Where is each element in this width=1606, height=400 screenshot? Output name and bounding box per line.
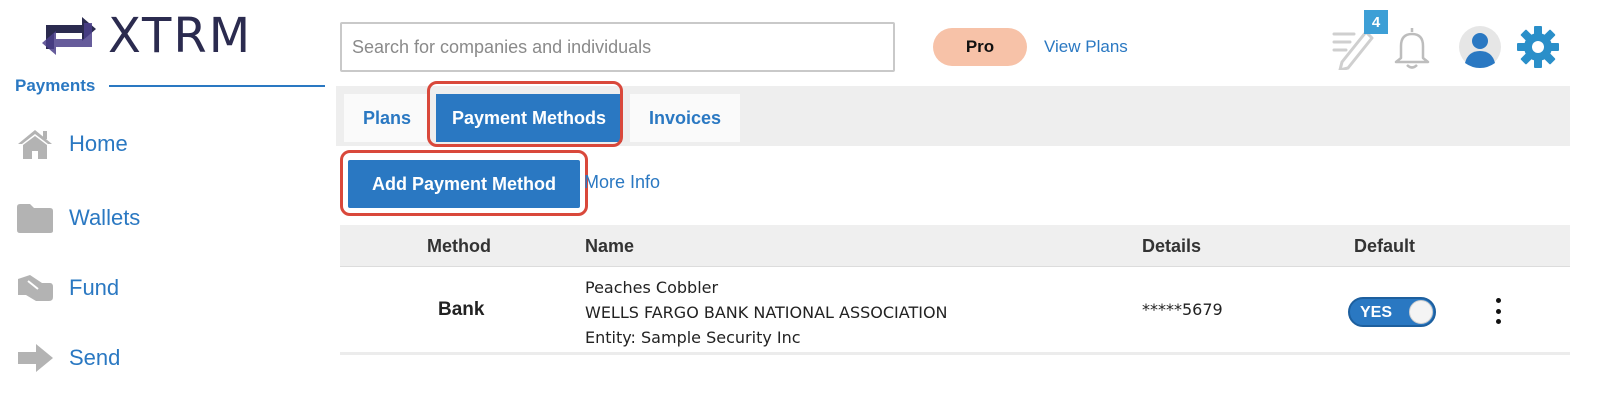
gear-icon[interactable]	[1516, 25, 1560, 69]
menu-dot	[1495, 298, 1501, 303]
column-header-default: Default	[1354, 236, 1416, 256]
account-holder-name: Peaches Cobbler	[585, 278, 719, 297]
cell-name: Peaches Cobbler WELLS FARGO BANK NATIONA…	[585, 275, 948, 350]
notification-count-badge: 4	[1364, 10, 1388, 34]
xtrm-arrows-logo-icon	[42, 17, 96, 55]
fund-icon	[15, 271, 55, 305]
payments-section-header: Payments	[15, 76, 325, 96]
search-input[interactable]	[340, 22, 895, 72]
sidebar-item-label: Home	[69, 131, 128, 156]
brand-name: XTRM	[108, 8, 253, 64]
bank-name: WELLS FARGO BANK NATIONAL ASSOCIATION	[585, 303, 948, 322]
sidebar-item-label: Send	[69, 345, 121, 370]
payment-methods-table: Method Name Details Default Bank Peaches…	[340, 225, 1570, 355]
avatar[interactable]	[1458, 25, 1502, 69]
toggle-knob	[1409, 300, 1433, 324]
add-payment-method-button[interactable]: Add Payment Method	[348, 160, 580, 208]
sidebar-item-wallets[interactable]: Wallets	[15, 198, 140, 238]
section-divider	[109, 85, 325, 87]
column-header-name: Name	[585, 236, 635, 256]
menu-dot	[1495, 308, 1501, 314]
view-plans-link[interactable]: View Plans	[1044, 37, 1128, 57]
cell-details: *****5679	[1142, 300, 1223, 319]
row-menu-icon[interactable]	[1488, 296, 1508, 326]
sidebar-item-label: Fund	[69, 275, 120, 300]
entity-name: Entity: Sample Security Inc	[585, 328, 801, 347]
sidebar-item-send[interactable]: Send	[15, 338, 120, 378]
default-toggle[interactable]: YES	[1348, 297, 1436, 327]
column-header-method: Method	[427, 236, 491, 256]
tab-payment-methods[interactable]: Payment Methods	[436, 94, 622, 142]
plan-badge: Pro	[933, 28, 1027, 66]
sidebar-item-label: Wallets	[69, 205, 141, 230]
section-title: Payments	[15, 76, 96, 95]
sidebar-item-fund[interactable]: Fund	[15, 268, 119, 308]
xtrm-logo[interactable]: XTRM	[38, 10, 288, 62]
column-header-details: Details	[1142, 236, 1202, 256]
more-info-link[interactable]: More Info	[584, 172, 660, 193]
folder-icon	[15, 201, 55, 235]
tab-plans[interactable]: Plans	[344, 94, 430, 142]
table-row: Bank Peaches Cobbler WELLS FARGO BANK NA…	[340, 267, 1570, 355]
menu-dot	[1495, 319, 1501, 324]
cell-method: Bank	[438, 299, 485, 320]
toggle-label: YES	[1360, 304, 1393, 321]
home-icon	[15, 127, 55, 161]
sidebar-item-home[interactable]: Home	[15, 124, 128, 164]
table-header: Method Name Details Default	[340, 225, 1570, 267]
bell-icon[interactable]	[1390, 24, 1434, 70]
tab-bar: Plans Payment Methods Invoices	[336, 86, 1570, 146]
send-arrow-icon	[15, 341, 55, 375]
tab-invoices[interactable]: Invoices	[630, 94, 740, 142]
